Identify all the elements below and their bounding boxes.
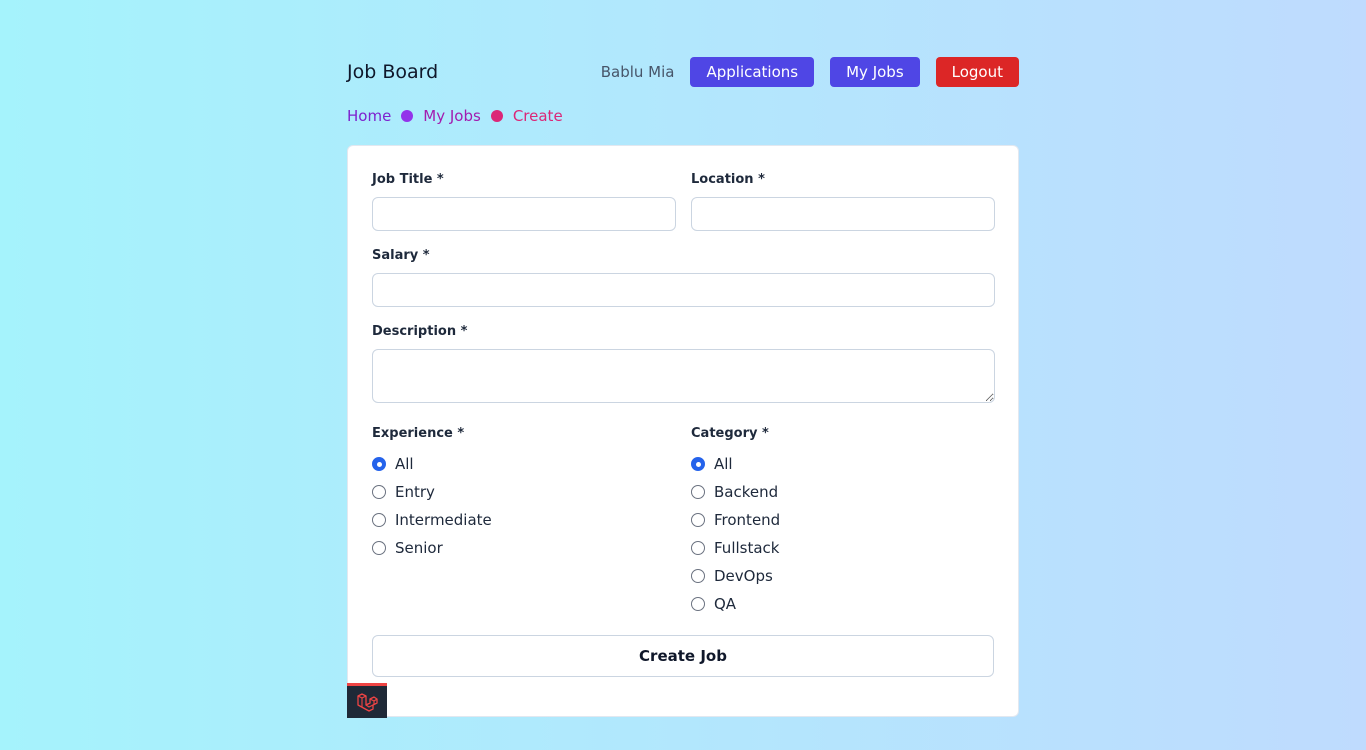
- experience-option-label: Entry: [395, 483, 435, 501]
- header: Job Board Bablu Mia Applications My Jobs…: [347, 56, 1019, 88]
- debugbar-toggle[interactable]: [347, 683, 387, 718]
- experience-option-label: Intermediate: [395, 511, 492, 529]
- breadcrumb-separator-dot: [401, 110, 414, 122]
- experience-option-intermediate[interactable]: Intermediate: [372, 510, 492, 530]
- radio-unchecked-icon[interactable]: [372, 485, 386, 499]
- category-option-frontend[interactable]: Frontend: [691, 510, 780, 530]
- description-textarea[interactable]: [372, 349, 995, 403]
- user-name: Bablu Mia: [600, 63, 675, 81]
- breadcrumb-separator-dot: [490, 110, 503, 122]
- radio-unchecked-icon[interactable]: [691, 513, 705, 527]
- create-job-button[interactable]: Create Job: [372, 635, 994, 677]
- location-input[interactable]: [691, 197, 995, 231]
- radio-unchecked-icon[interactable]: [691, 597, 705, 611]
- category-option-fullstack[interactable]: Fullstack: [691, 538, 779, 558]
- logout-button[interactable]: Logout: [935, 57, 1019, 87]
- category-option-label: All: [714, 455, 733, 473]
- experience-option-entry[interactable]: Entry: [372, 482, 435, 502]
- laravel-logo-icon: [357, 693, 378, 712]
- category-option-label: Frontend: [714, 511, 781, 529]
- radio-checked-icon[interactable]: [691, 457, 705, 471]
- experience-option-senior[interactable]: Senior: [372, 538, 443, 558]
- radio-unchecked-icon[interactable]: [372, 541, 386, 555]
- breadcrumb-home[interactable]: Home: [347, 107, 391, 125]
- header-nav: Bablu Mia Applications My Jobs Logout: [601, 56, 1019, 88]
- breadcrumb: Home My Jobs Create: [347, 107, 563, 125]
- brand-title: Job Board: [347, 61, 439, 83]
- radio-unchecked-icon[interactable]: [691, 569, 705, 583]
- category-option-all[interactable]: All: [691, 454, 733, 474]
- category-option-label: DevOps: [714, 567, 773, 585]
- job-title-label: Job Title *: [372, 172, 444, 187]
- salary-label: Salary *: [372, 248, 430, 263]
- applications-button[interactable]: Applications: [690, 57, 815, 87]
- breadcrumb-create: Create: [512, 107, 563, 125]
- job-title-input[interactable]: [372, 197, 676, 231]
- radio-unchecked-icon[interactable]: [691, 485, 705, 499]
- experience-option-label: All: [395, 455, 414, 473]
- category-option-label: Fullstack: [714, 539, 780, 557]
- category-option-backend[interactable]: Backend: [691, 482, 778, 502]
- breadcrumb-my-jobs[interactable]: My Jobs: [423, 107, 481, 125]
- my-jobs-button[interactable]: My Jobs: [830, 57, 920, 87]
- category-label: Category *: [691, 426, 769, 441]
- experience-label: Experience *: [372, 426, 465, 441]
- category-option-label: Backend: [714, 483, 779, 501]
- salary-input[interactable]: [372, 273, 995, 307]
- experience-option-label: Senior: [395, 539, 443, 557]
- category-option-qa[interactable]: QA: [691, 594, 736, 614]
- radio-unchecked-icon[interactable]: [691, 541, 705, 555]
- category-option-label: QA: [714, 595, 737, 613]
- create-job-form: Job Title * Location * Salary * Descript…: [347, 145, 1019, 717]
- description-label: Description *: [372, 324, 468, 339]
- location-label: Location *: [691, 172, 765, 187]
- experience-option-all[interactable]: All: [372, 454, 414, 474]
- radio-unchecked-icon[interactable]: [372, 513, 386, 527]
- radio-checked-icon[interactable]: [372, 457, 386, 471]
- category-option-devops[interactable]: DevOps: [691, 566, 773, 586]
